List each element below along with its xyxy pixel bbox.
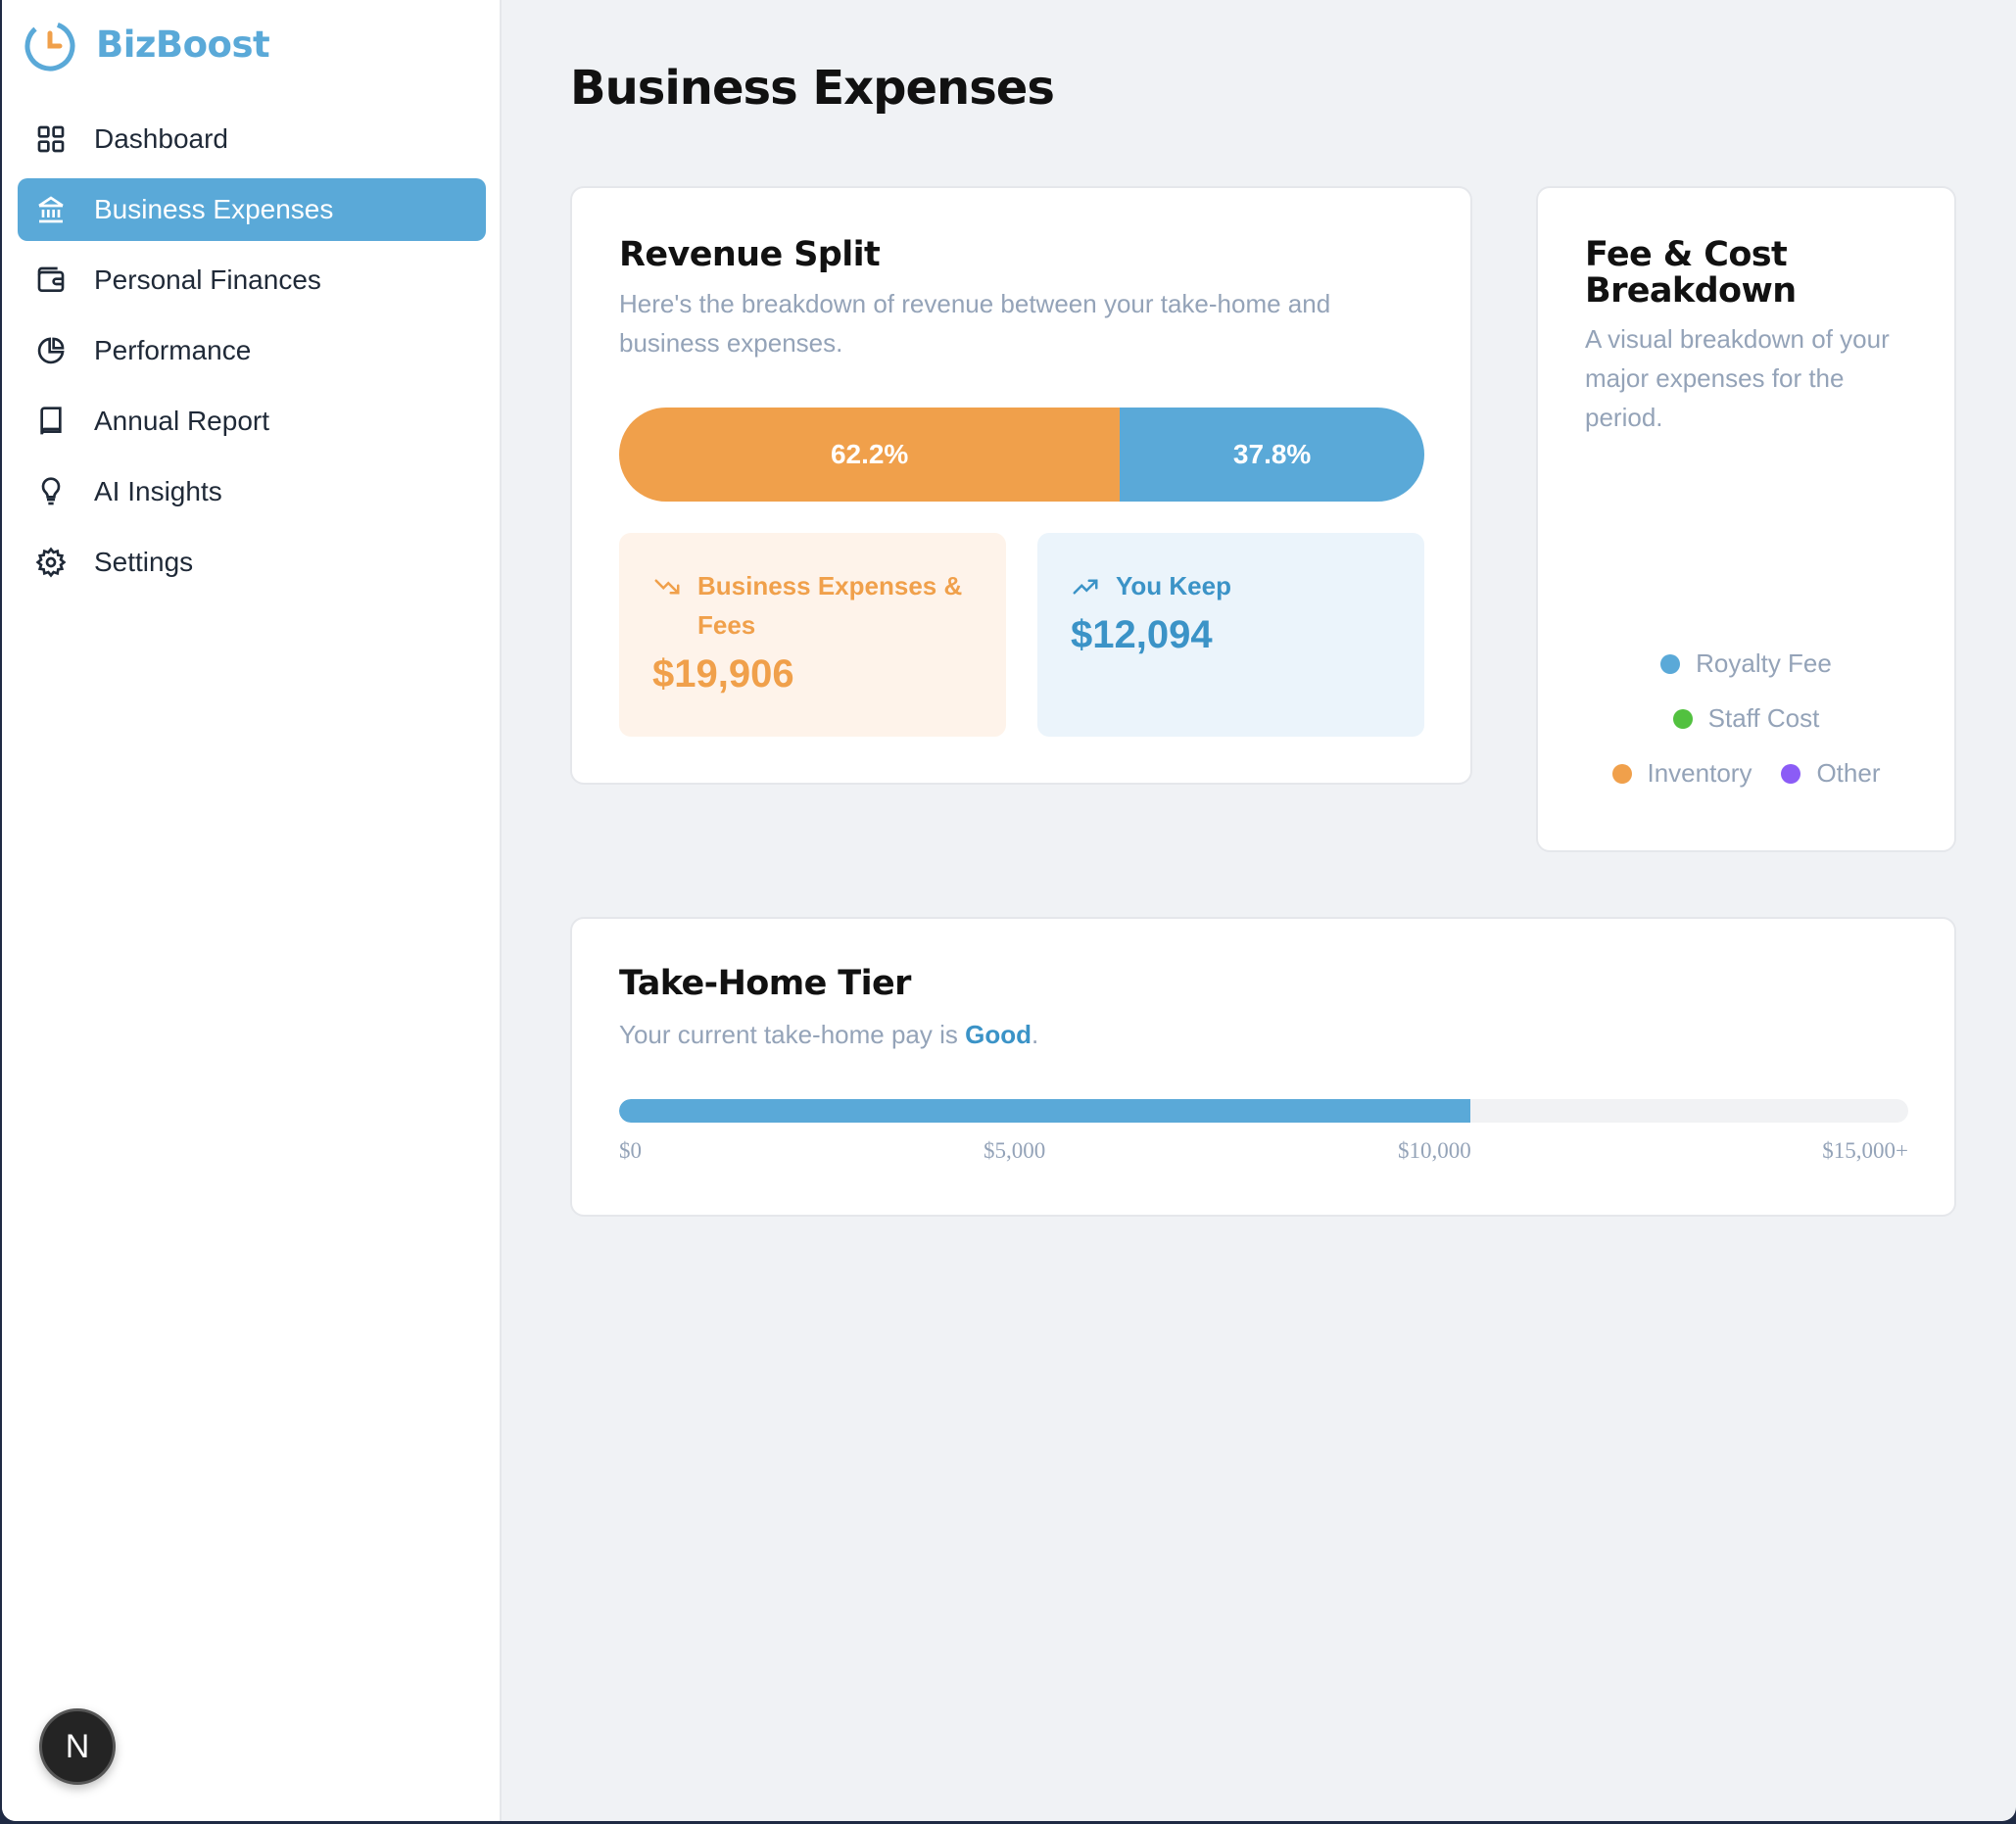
grid-icon — [37, 125, 65, 153]
sidebar: BizBoost Dashboard Business Expenses Per… — [2, 0, 502, 1821]
legend-label: Royalty Fee — [1696, 648, 1832, 678]
sidebar-item-label: Settings — [94, 547, 194, 577]
sidebar-item-dashboard[interactable]: Dashboard — [18, 108, 486, 170]
pie-chart-icon — [37, 337, 65, 364]
sidebar-nav: Dashboard Business Expenses Personal Fin… — [18, 108, 486, 601]
legend-item-other[interactable]: Other — [1781, 758, 1880, 789]
sidebar-item-personal-finances[interactable]: Personal Finances — [18, 249, 486, 312]
legend-dot — [1611, 763, 1632, 784]
take-home-tier-subtitle: Your current take-home pay is Good. — [619, 1015, 1038, 1054]
trending-up-icon — [1073, 579, 1098, 595]
tier-scale-label: $15,000+ — [1822, 1138, 1908, 1163]
sidebar-item-label: Annual Report — [94, 406, 270, 436]
fee-breakdown-subtitle: A visual breakdown of your major expense… — [1585, 324, 1890, 432]
sidebar-item-performance[interactable]: Performance — [18, 319, 486, 382]
app-window: BizBoost Dashboard Business Expenses Per… — [2, 0, 2016, 1821]
sidebar-item-label: AI Insights — [94, 476, 222, 506]
legend-dot — [1660, 653, 1681, 674]
keep-stat-header: You Keep — [1071, 566, 1231, 605]
legend-item-staff-cost[interactable]: Staff Cost — [1672, 703, 1820, 734]
trending-down-icon — [654, 579, 680, 595]
keep-percent: 37.8% — [1232, 439, 1312, 469]
brand[interactable]: BizBoost — [22, 16, 270, 72]
legend-row: Inventory Other — [1538, 758, 1954, 789]
expenses-stat-box: Business Expenses & Fees $19,906 — [619, 533, 1006, 737]
keep-stat-label: You Keep — [1116, 571, 1231, 600]
legend-row: Royalty Fee — [1538, 648, 1954, 679]
book-icon — [40, 407, 62, 435]
gear-icon — [35, 547, 67, 578]
tier-subtitle-suffix: . — [1032, 1020, 1039, 1049]
sidebar-item-business-expenses[interactable]: Business Expenses — [18, 178, 486, 241]
fee-breakdown-title: Fee & Cost Breakdown — [1585, 235, 1797, 311]
revenue-split-bar: 62.2% 37.8% — [619, 408, 1424, 502]
take-home-tier-card: Take-Home Tier Your current take-home pa… — [570, 917, 1956, 1217]
bank-icon — [38, 196, 64, 223]
legend-item-inventory[interactable]: Inventory — [1611, 758, 1752, 789]
sidebar-item-annual-report[interactable]: Annual Report — [18, 390, 486, 453]
legend-label: Other — [1816, 758, 1881, 788]
logo-icon — [24, 21, 75, 72]
legend-label: Staff Cost — [1707, 703, 1820, 733]
legend-dot — [1781, 763, 1801, 784]
sidebar-item-label: Business Expenses — [94, 194, 334, 224]
app-name: BizBoost — [96, 23, 270, 66]
tier-value: Good — [965, 1020, 1032, 1049]
tier-subtitle-prefix: Your current take-home pay is — [619, 1020, 958, 1049]
tier-scale: $0 $5,000 $10,000 $15,000+ — [619, 1138, 1908, 1168]
sidebar-item-label: Dashboard — [94, 123, 228, 154]
sidebar-item-label: Personal Finances — [94, 264, 321, 295]
legend-item-royalty-fee[interactable]: Royalty Fee — [1660, 648, 1832, 679]
expenses-stat-label: Business Expenses & Fees — [697, 571, 963, 640]
legend-row: Staff Cost — [1538, 703, 1954, 734]
legend-dot — [1672, 708, 1693, 729]
expenses-stat-value: $19,906 — [652, 652, 794, 696]
tier-scale-label: $0 — [619, 1138, 642, 1163]
tier-scale-label: $10,000 — [1398, 1138, 1471, 1163]
legend-label: Inventory — [1647, 758, 1752, 788]
take-home-tier-title: Take-Home Tier — [619, 964, 911, 1003]
tier-progress-track — [619, 1099, 1908, 1123]
sidebar-item-settings[interactable]: Settings — [18, 531, 486, 594]
keep-stat-value: $12,094 — [1071, 613, 1213, 656]
tier-progress-fill — [619, 1099, 1470, 1123]
sidebar-item-label: Performance — [94, 335, 252, 365]
dev-tools-badge[interactable]: N — [39, 1708, 116, 1785]
lightbulb-icon — [41, 477, 61, 505]
keep-stat-box: You Keep $12,094 — [1037, 533, 1424, 737]
expenses-percent: 62.2% — [830, 439, 909, 469]
sidebar-item-ai-insights[interactable]: AI Insights — [18, 460, 486, 523]
revenue-split-card: Revenue Split Here's the breakdown of re… — [570, 186, 1472, 785]
revenue-split-title: Revenue Split — [619, 235, 881, 274]
tier-scale-label: $5,000 — [984, 1138, 1046, 1163]
expenses-stat-header: Business Expenses & Fees — [652, 566, 966, 645]
fee-breakdown-card: Fee & Cost Breakdown A visual breakdown … — [1536, 186, 1956, 852]
wallet-icon — [37, 266, 65, 292]
revenue-split-subtitle: Here's the breakdown of revenue between … — [619, 289, 1331, 358]
page-title: Business Expenses — [570, 61, 1055, 116]
expenses-segment: 62.2% — [619, 408, 1121, 502]
keep-segment: 37.8% — [1120, 408, 1424, 502]
